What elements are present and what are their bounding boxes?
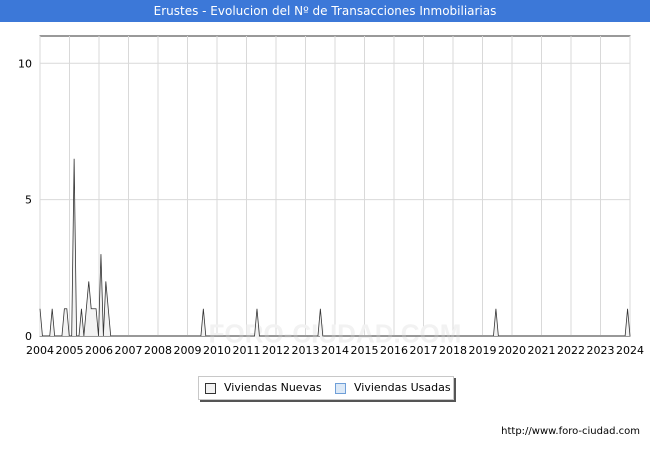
x-tick-label: 2009 bbox=[174, 344, 202, 357]
x-tick-label: 2018 bbox=[439, 344, 467, 357]
x-tick-label: 2015 bbox=[351, 344, 379, 357]
x-tick-label: 2007 bbox=[115, 344, 143, 357]
x-tick-label: 2017 bbox=[410, 344, 438, 357]
chart-title: Erustes - Evolucion del Nº de Transaccio… bbox=[0, 0, 650, 22]
legend-swatch-usadas bbox=[335, 382, 346, 394]
legend: Viviendas Nuevas Viviendas Usadas bbox=[198, 376, 454, 400]
x-tick-label: 2006 bbox=[85, 344, 113, 357]
x-tick-label: 2021 bbox=[528, 344, 556, 357]
legend-label-nuevas: Viviendas Nuevas bbox=[224, 381, 322, 394]
legend-label-usadas: Viviendas Usadas bbox=[354, 381, 451, 394]
x-tick-label: 2004 bbox=[26, 344, 54, 357]
legend-item-nuevas: Viviendas Nuevas bbox=[205, 381, 322, 395]
x-tick-label: 2023 bbox=[587, 344, 615, 357]
chart-area: FORO-CIUDAD.COM2004 2005 2006 2007 2008 2009 2… bbox=[18, 35, 644, 357]
source-credit: http://www.foro-ciudad.com bbox=[501, 426, 640, 437]
x-tick-label: 2019 bbox=[469, 344, 497, 357]
legend-swatch-nuevas bbox=[205, 382, 216, 394]
y-tick-label: 10 bbox=[18, 57, 32, 70]
x-tick-label: 2022 bbox=[557, 344, 585, 357]
x-tick-label: 2020 bbox=[498, 344, 526, 357]
x-tick-label: 2005 bbox=[56, 344, 84, 357]
x-tick-label: 2012 bbox=[262, 344, 290, 357]
x-tick-label: 2008 bbox=[144, 344, 172, 357]
x-tick-label: 2010 bbox=[203, 344, 231, 357]
x-tick-label: 2024 bbox=[616, 344, 644, 357]
y-tick-label: 0 bbox=[25, 330, 32, 343]
x-tick-label: 2014 bbox=[321, 344, 349, 357]
x-tick-label: 2016 bbox=[380, 344, 408, 357]
x-tick-label: 2013 bbox=[292, 344, 320, 357]
x-tick-label: 2011 bbox=[233, 344, 261, 357]
y-tick-label: 5 bbox=[25, 194, 32, 207]
legend-item-usadas: Viviendas Usadas bbox=[335, 381, 451, 395]
